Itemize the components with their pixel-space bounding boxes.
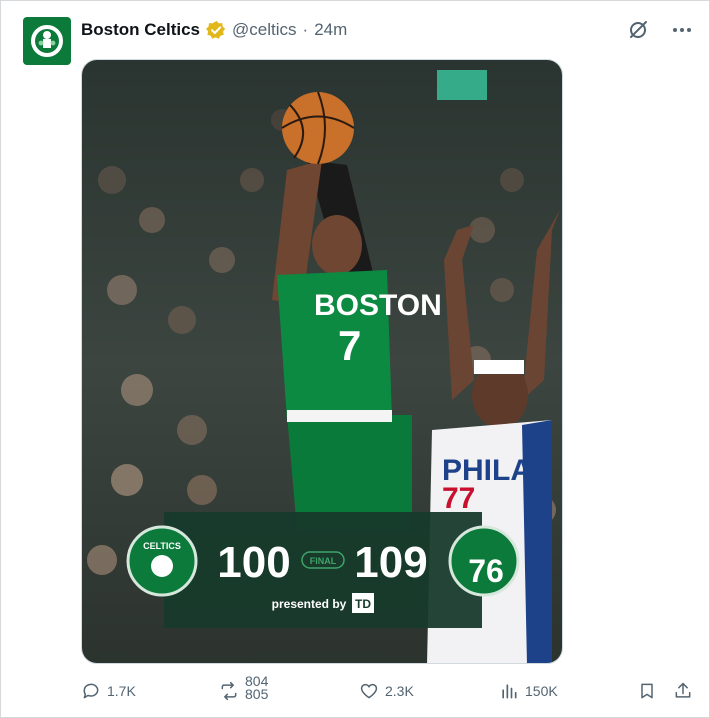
tweet-actions-bar: 1.7K 804 805 2.3K 150K [81, 675, 693, 705]
grok-icon[interactable] [627, 19, 649, 41]
defender-jersey-number: 77 [442, 482, 475, 515]
repost-icon [221, 681, 237, 701]
player-jersey-text: BOSTON [314, 289, 442, 322]
sponsor-text: presented by [272, 597, 347, 611]
verified-badge-icon [206, 20, 226, 40]
share-button[interactable] [673, 681, 693, 701]
like-count: 2.3K [385, 683, 414, 699]
celtics-logo-icon [29, 23, 65, 59]
share-icon [675, 682, 691, 698]
scoreboard: CELTICS 76 100 FINAL 109 presented by TD [126, 512, 520, 628]
tweet-header: Boston Celtics @celtics · 24m [81, 19, 347, 41]
views-button[interactable]: 150K [499, 681, 558, 701]
tweet-card[interactable]: Boston Celtics @celtics · 24m PHILA 77 B… [0, 0, 710, 718]
avatar[interactable] [23, 17, 71, 65]
heart-icon [360, 683, 378, 699]
author-name[interactable]: Boston Celtics [81, 20, 200, 40]
repost-button[interactable]: 804 805 [219, 675, 268, 701]
repost-count: 804 805 [245, 675, 268, 701]
away-team-logo-text: 76 [468, 553, 504, 589]
reply-icon [83, 683, 99, 699]
reply-button[interactable]: 1.7K [81, 681, 136, 701]
basketball [281, 91, 355, 165]
bookmark-button[interactable] [637, 681, 657, 701]
timestamp[interactable]: 24m [314, 20, 347, 40]
game-status: FINAL [310, 556, 337, 566]
more-icon[interactable] [671, 19, 693, 41]
away-score: 109 [354, 538, 427, 587]
view-count: 150K [525, 683, 558, 699]
home-score: 100 [217, 538, 290, 587]
arena-screen [437, 70, 487, 100]
sponsor-logo: TD [355, 597, 371, 611]
home-team-logo-text: CELTICS [143, 541, 181, 551]
repost-count-line2: 805 [245, 686, 269, 701]
tweet-media-image[interactable]: PHILA 77 BOSTON 7 CELTICS 76 100 FINAL 1… [81, 59, 563, 664]
author-handle[interactable]: @celtics [232, 20, 297, 40]
like-button[interactable]: 2.3K [359, 681, 414, 701]
separator-dot: · [302, 20, 309, 39]
views-chart-icon [502, 684, 517, 699]
player-jersey-number: 7 [338, 322, 361, 369]
reply-count: 1.7K [107, 683, 136, 699]
tweet-top-actions [627, 19, 693, 41]
bookmark-icon [641, 683, 653, 699]
